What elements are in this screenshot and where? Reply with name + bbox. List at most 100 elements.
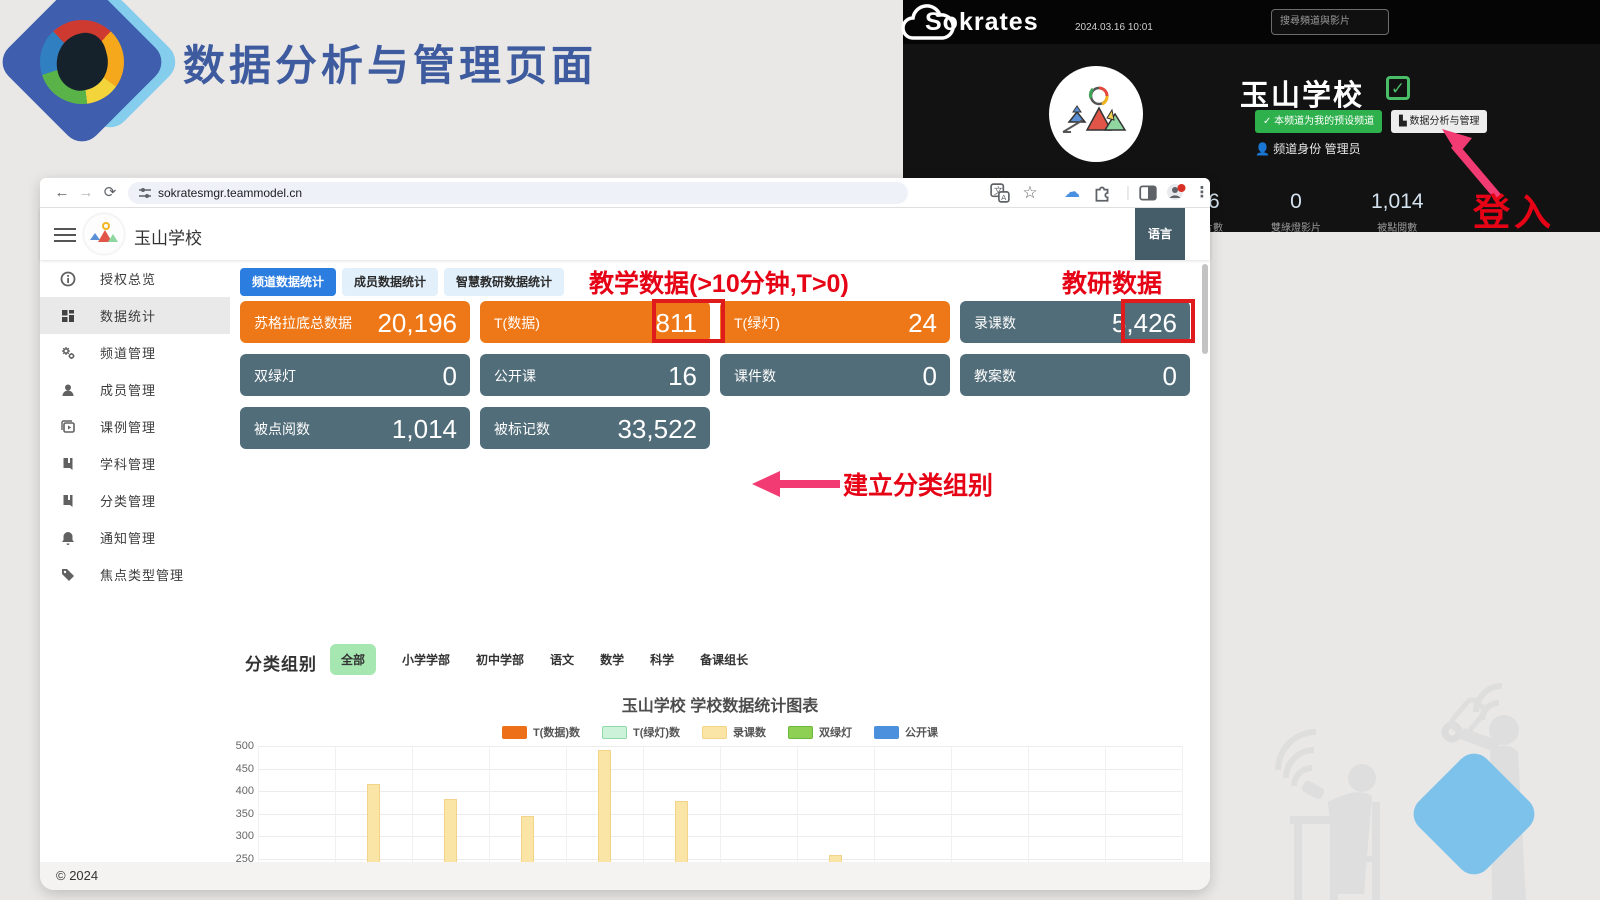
classroom-silhouette-decoration [1210, 620, 1600, 900]
y-axis-label: 300 [230, 830, 254, 842]
annotation-teaching-data: 教学数据(>10分钟,T>0) [589, 264, 849, 300]
legend-item[interactable]: T(绿灯)数 [602, 724, 680, 740]
bar-录课数[interactable] [675, 801, 688, 862]
sidebar-item-5[interactable]: 学科管理 [40, 445, 230, 482]
tab-2[interactable]: 智慧教研数据统计 [444, 268, 564, 296]
bar-group-2024-02 [720, 746, 797, 862]
filter-option-3[interactable]: 语文 [550, 651, 574, 668]
preset-channel-button[interactable]: ✓ 本频道为我的预设频道 [1255, 110, 1382, 133]
stat-card-4: 双绿灯0 [240, 354, 470, 396]
sidebar-item-3[interactable]: 成员管理 [40, 371, 230, 408]
annotation-research-data: 教研数据 [1062, 264, 1162, 300]
bar-录课数[interactable] [367, 784, 380, 862]
side-panel-icon[interactable] [1138, 183, 1158, 203]
legend-label: 录课数 [733, 724, 766, 740]
legend-item[interactable]: 双绿灯 [788, 724, 852, 740]
bar-group-2024-03 [797, 746, 874, 862]
bar-录课数[interactable] [829, 855, 842, 862]
bar-录课数[interactable] [598, 750, 611, 862]
bookmark-star-icon[interactable]: ☆ [1020, 183, 1040, 203]
legend-item[interactable]: 公开课 [874, 724, 938, 740]
sidebar-item-0[interactable]: 授权总览 [40, 260, 230, 297]
gridline-v [1182, 746, 1183, 862]
annotation-login: 登入 [1473, 182, 1555, 236]
stats-tabs: 频道数据统计成员数据统计智慧教研数据统计 [240, 268, 564, 296]
bar-group-2023-11 [489, 746, 566, 862]
sidebar-item-8[interactable]: 焦点类型管理 [40, 556, 230, 593]
reload-icon[interactable]: ⟳ [100, 183, 120, 203]
url-bar[interactable]: sokratesmgr.teammodel.cn [128, 182, 908, 204]
sidebar-item-6[interactable]: 分类管理 [40, 482, 230, 519]
filter-option-2[interactable]: 初中学部 [476, 651, 524, 668]
filter-option-4[interactable]: 数学 [600, 651, 624, 668]
chart-legend: T(数据)数 T(绿灯)数 录课数 双绿灯 公开课 [230, 724, 1210, 740]
app-school-avatar[interactable] [84, 214, 124, 254]
logo-brush-circle [40, 20, 124, 104]
chart-title: 玉山学校 学校数据统计图表 [230, 692, 1210, 716]
bar-录课数[interactable] [444, 799, 457, 862]
forward-icon[interactable]: → [76, 183, 96, 203]
scrollbar-thumb[interactable] [1202, 264, 1208, 354]
extensions-icon[interactable] [1092, 183, 1112, 203]
tab-1[interactable]: 成员数据统计 [342, 268, 438, 296]
filter-option-0[interactable]: 全部 [330, 644, 376, 675]
bar-录课数[interactable] [521, 816, 534, 862]
cloud-sync-icon[interactable]: ☁ [1062, 183, 1082, 203]
sidebar-item-1[interactable]: 数据统计 [40, 297, 230, 334]
stat-card-8: 被点阅数1,014 [240, 407, 470, 449]
language-button[interactable]: 语言 [1135, 208, 1185, 260]
bar-group-2024-04 [874, 746, 951, 862]
legend-item[interactable]: 录课数 [702, 724, 766, 740]
legend-item[interactable]: T(数据)数 [502, 724, 580, 740]
app-header: 玉山学校 语言 [40, 208, 1210, 260]
card-label: 录课数 [974, 313, 1016, 333]
card-value: 0 [923, 361, 937, 392]
dashboard-icon [60, 308, 76, 324]
bar-chart-plot: 0501001502002503003504004505002023-08202… [258, 746, 1182, 862]
legend-label: T(数据)数 [533, 724, 580, 740]
bar-group-2024-05 [951, 746, 1028, 862]
search-input[interactable]: 搜尋頻道與影片 [1271, 9, 1389, 35]
browser-toolbar: ← → ⟳ sokratesmgr.teammodel.cn 文A ☆ ☁ | … [40, 178, 1210, 208]
card-value: 20,196 [377, 308, 457, 339]
card-label: 被点阅数 [254, 419, 310, 439]
bell-icon [60, 530, 76, 546]
highlight-frame-tdata [652, 299, 725, 343]
tag-icon [60, 567, 76, 583]
bar-group-2023-10 [412, 746, 489, 862]
back-icon[interactable]: ← [52, 183, 72, 203]
tab-0[interactable]: 频道数据统计 [240, 268, 336, 296]
sidebar-item-2[interactable]: 频道管理 [40, 334, 230, 371]
svg-text:A: A [1001, 193, 1007, 202]
card-label: T(绿灯) [734, 313, 780, 333]
sidebar-item-label: 成员管理 [100, 380, 156, 399]
stat-card-9: 被标记数33,522 [480, 407, 710, 449]
page-title: 数据分析与管理页面 [183, 32, 597, 93]
channel-role: 👤 频道身份 管理员 [1255, 140, 1361, 157]
info-icon [60, 271, 76, 287]
video-icon [60, 419, 76, 435]
sidebar-item-4[interactable]: 课例管理 [40, 408, 230, 445]
sokrates-brand: Sokrates [925, 8, 1039, 37]
app-logo [6, 0, 186, 162]
browser-menu-icon[interactable]: ⋮ [1192, 183, 1212, 203]
card-label: 双绿灯 [254, 366, 296, 386]
profile-avatar-icon[interactable] [1166, 183, 1186, 203]
y-axis-label: 400 [230, 785, 254, 797]
bar-group-2023-09 [335, 746, 412, 862]
hamburger-menu-icon[interactable] [54, 224, 76, 242]
legend-swatch [702, 726, 727, 739]
sidebar-item-label: 分类管理 [100, 491, 156, 510]
person-icon [60, 382, 76, 398]
filter-option-6[interactable]: 备课组长 [700, 651, 748, 668]
filter-option-5[interactable]: 科学 [650, 651, 674, 668]
filter-option-1[interactable]: 小学学部 [402, 651, 450, 668]
gears-icon [60, 345, 76, 361]
sidebar-item-label: 通知管理 [100, 528, 156, 547]
y-axis-label: 450 [230, 763, 254, 775]
sidebar-item-7[interactable]: 通知管理 [40, 519, 230, 556]
main-content: 频道数据统计成员数据统计智慧教研数据统计 苏格拉底总数据20,196T(数据)8… [230, 260, 1210, 862]
card-label: T(数据) [494, 313, 540, 333]
panel-stat-views: 1,014被點閱數 [1371, 190, 1424, 234]
translate-icon[interactable]: 文A [990, 183, 1010, 203]
